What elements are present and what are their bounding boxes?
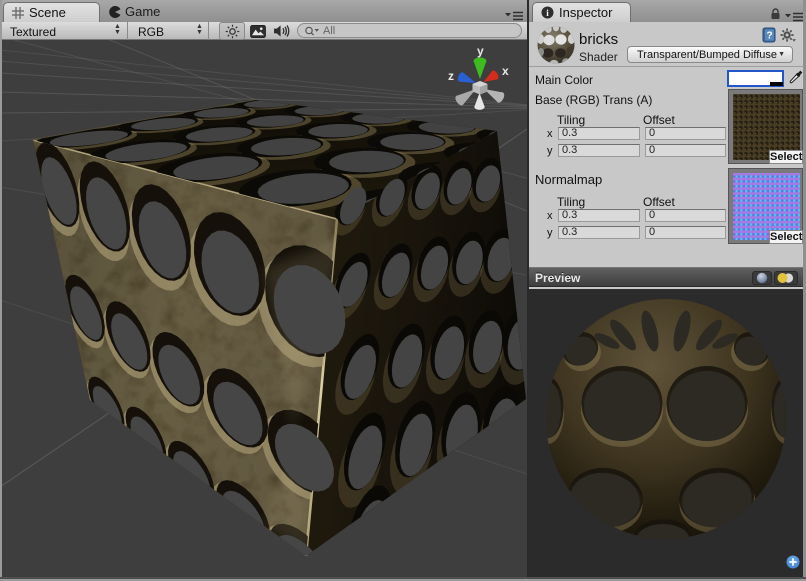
svg-text:x: x (502, 64, 509, 78)
svg-text:y: y (477, 44, 484, 58)
svg-text:z: z (448, 69, 454, 83)
svg-text:?: ? (766, 31, 772, 42)
